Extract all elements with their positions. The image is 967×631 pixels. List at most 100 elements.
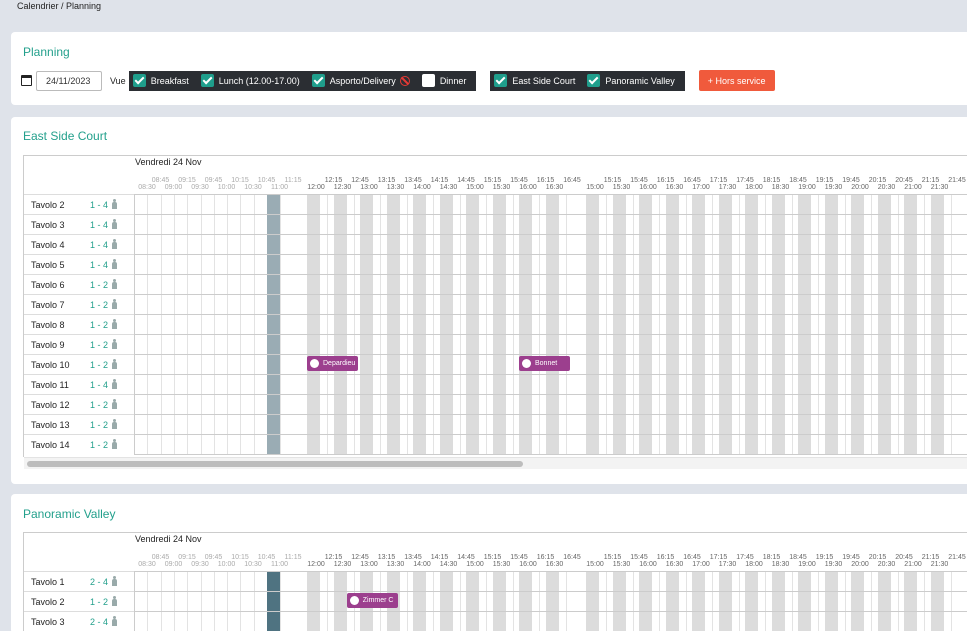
table-row: Tavolo 5 1 - 4 bbox=[24, 254, 134, 274]
slot-column bbox=[798, 571, 811, 631]
table-capacity: 1 - 4 bbox=[90, 240, 109, 250]
slot-column bbox=[545, 571, 559, 631]
time-tick-label: 15:30 bbox=[612, 184, 631, 191]
slot-column bbox=[200, 571, 202, 631]
current-time-column bbox=[267, 194, 280, 454]
time-tick-label: 18:00 bbox=[745, 561, 763, 568]
time-tick-label: 15:30 bbox=[492, 184, 511, 191]
hors-service-button[interactable]: + Hors service bbox=[698, 70, 775, 91]
room-label: East Side Court bbox=[512, 75, 576, 86]
time-tick-label: 09:30 bbox=[191, 184, 209, 191]
time-tick-label: 09:00 bbox=[164, 184, 183, 191]
row-line bbox=[134, 434, 967, 435]
time-tick-label: 18:30 bbox=[771, 561, 790, 568]
table-capacity: 1 - 4 bbox=[90, 220, 109, 230]
slot-column bbox=[659, 571, 660, 631]
slot-column bbox=[459, 194, 461, 454]
row-line bbox=[134, 591, 967, 592]
slot-column bbox=[486, 194, 487, 454]
slot-column bbox=[492, 571, 506, 631]
room-panoramic-valley-checkbox[interactable]: Panoramic Valley bbox=[587, 74, 675, 87]
person-icon bbox=[111, 419, 118, 429]
slot-column bbox=[745, 571, 758, 631]
time-tick-label: 20:30 bbox=[877, 561, 896, 568]
slot-column bbox=[386, 194, 400, 454]
time-tick-label: 15:30 bbox=[612, 561, 631, 568]
slot-column bbox=[765, 571, 766, 631]
slot-column bbox=[771, 571, 785, 631]
horizontal-scrollbar[interactable] bbox=[24, 457, 967, 469]
panoramic-valley-card: Panoramic Valley Vendredi 24 Nov S 08:45… bbox=[11, 494, 967, 631]
checkbox-checked-icon[interactable] bbox=[200, 74, 214, 87]
slot-column bbox=[433, 194, 434, 454]
guest-icon bbox=[349, 596, 359, 605]
person-icon bbox=[111, 399, 118, 409]
day-label: Vendredi 24 Nov bbox=[135, 157, 202, 167]
slot-column bbox=[406, 194, 408, 454]
planning-controls: 24/11/2023 Vue Breakfast Lunch (12.00-17… bbox=[21, 70, 775, 91]
room-east-side-court-checkbox[interactable]: East Side Court bbox=[494, 74, 575, 87]
slot-column bbox=[213, 194, 215, 454]
room-label: Panoramic Valley bbox=[605, 75, 675, 86]
slot-column bbox=[606, 194, 607, 454]
slot-column bbox=[692, 571, 705, 631]
checkbox-checked-icon[interactable] bbox=[311, 74, 325, 87]
service-breakfast-checkbox[interactable]: Breakfast bbox=[132, 74, 189, 87]
slot-column bbox=[738, 571, 740, 631]
checkbox-checked-icon[interactable] bbox=[132, 74, 146, 87]
table-name: Tavolo 14 bbox=[31, 440, 70, 450]
scrollbar-thumb[interactable] bbox=[27, 461, 523, 467]
slot-column bbox=[632, 571, 634, 631]
table-name: Tavolo 9 bbox=[31, 340, 65, 350]
slot-column bbox=[512, 571, 514, 631]
slot-column bbox=[200, 194, 202, 454]
checkbox-checked-icon[interactable] bbox=[494, 74, 508, 87]
no-entry-icon bbox=[399, 75, 410, 86]
table-name: Tavolo 13 bbox=[31, 420, 70, 430]
time-tick-label: 13:30 bbox=[386, 184, 405, 191]
checkbox-checked-icon[interactable] bbox=[587, 74, 601, 87]
table-name: Tavolo 12 bbox=[31, 400, 70, 410]
table-name: Tavolo 11 bbox=[31, 380, 69, 390]
slot-column bbox=[492, 194, 506, 454]
slot-column bbox=[718, 194, 732, 454]
time-tick-label: 08:30 bbox=[138, 184, 156, 191]
slot-column bbox=[406, 571, 408, 631]
breadcrumb: Calendrier / Planning bbox=[17, 1, 102, 11]
slot-column bbox=[824, 571, 838, 631]
date-input[interactable]: 24/11/2023 bbox=[36, 70, 102, 91]
time-tick-label: 13:00 bbox=[360, 561, 378, 568]
service-delivery-checkbox[interactable]: Asporto/Delivery bbox=[311, 74, 410, 87]
table-name: Tavolo 2 bbox=[31, 597, 65, 607]
table-row: Tavolo 4 1 - 4 bbox=[24, 234, 134, 254]
reservation-block[interactable]: Zimmer C bbox=[346, 593, 398, 608]
slot-column bbox=[380, 194, 381, 454]
reservation-block[interactable]: Bonnet bbox=[519, 356, 570, 371]
calendar-icon[interactable] bbox=[21, 75, 32, 86]
time-tick-label: 15:00 bbox=[466, 184, 484, 191]
checkbox-unchecked-icon[interactable] bbox=[421, 74, 435, 87]
east-side-court-card: East Side Court Vendredi 24 Nov S 08:450… bbox=[11, 117, 967, 484]
time-tick-label: 16:00 bbox=[519, 561, 537, 568]
reservation-block[interactable]: Depardieu bbox=[307, 356, 358, 371]
service-lunch-checkbox[interactable]: Lunch (12.00-17.00) bbox=[200, 74, 300, 87]
slot-column bbox=[539, 571, 540, 631]
table-name: Tavolo 6 bbox=[31, 280, 65, 290]
table-row: Tavolo 7 1 - 2 bbox=[24, 294, 134, 314]
time-tick-label: 10:00 bbox=[217, 561, 236, 568]
table-row: Tavolo 6 1 - 2 bbox=[24, 274, 134, 294]
service-dinner-checkbox[interactable]: Dinner bbox=[421, 74, 466, 87]
slot-column bbox=[606, 571, 607, 631]
time-tick-label: 16:00 bbox=[639, 561, 657, 568]
reservation-name: Bonnet bbox=[535, 360, 558, 367]
slot-column bbox=[519, 571, 532, 631]
table-name: Tavolo 3 bbox=[31, 617, 65, 627]
slot-column bbox=[738, 194, 740, 454]
table-capacity: 1 - 2 bbox=[90, 360, 109, 370]
slot-column bbox=[512, 194, 514, 454]
slot-column bbox=[413, 571, 426, 631]
time-tick-label: 16:30 bbox=[665, 561, 684, 568]
time-tick-label: 19:30 bbox=[824, 184, 843, 191]
slot-column bbox=[586, 571, 599, 631]
slot-column bbox=[639, 194, 652, 454]
